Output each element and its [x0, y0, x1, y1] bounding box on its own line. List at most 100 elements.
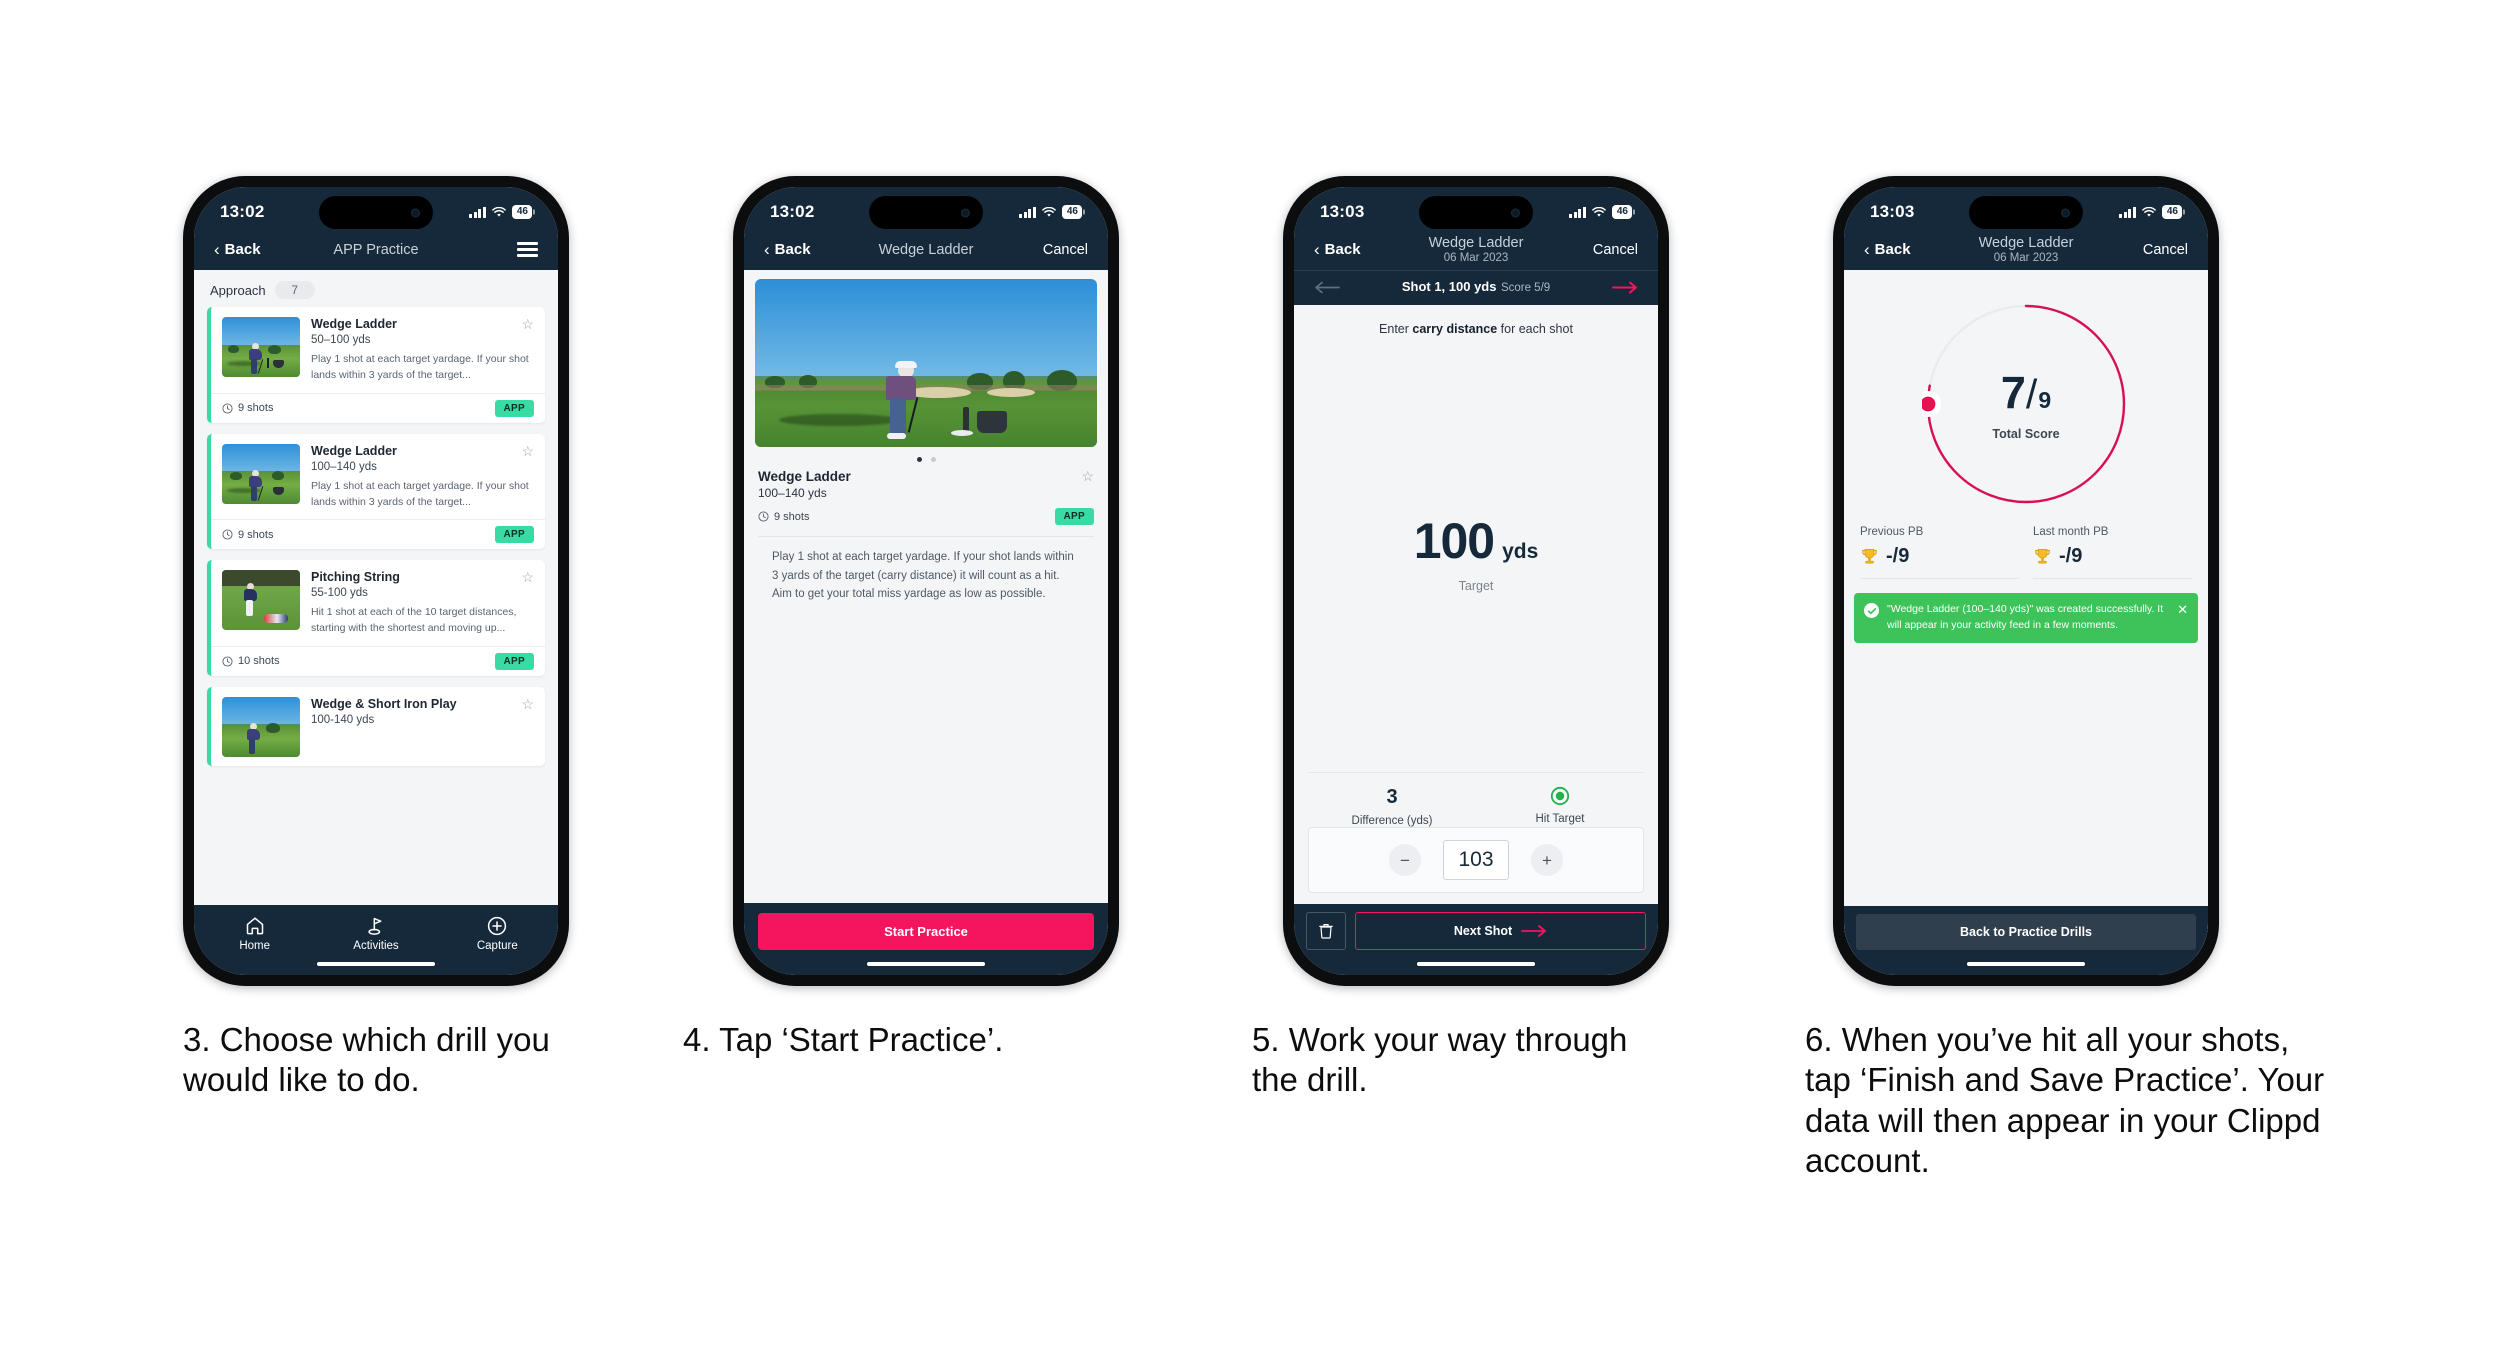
tab-activities[interactable]: Activities	[315, 914, 436, 952]
wifi-icon	[2142, 206, 2156, 218]
close-icon[interactable]: ✕	[2177, 603, 2188, 616]
category-header: Approach 7	[194, 270, 558, 307]
drill-card[interactable]: Wedge Ladder 100–140 yds ☆ Play 1 shot a…	[207, 433, 545, 550]
stat-label: Difference (yds)	[1351, 815, 1433, 827]
cancel-button[interactable]: Cancel	[2143, 242, 2188, 258]
carousel-dot[interactable]	[930, 457, 936, 462]
carousel-dots[interactable]	[744, 447, 1108, 469]
increment-button[interactable]: +	[1531, 844, 1563, 876]
clock-icon	[758, 511, 769, 522]
cancel-button[interactable]: Cancel	[1593, 242, 1638, 258]
pb-value-row: -/9	[1860, 545, 2019, 568]
drill-title: Wedge Ladder	[311, 317, 397, 331]
battery-indicator: 46	[1061, 204, 1082, 220]
cellular-signal-icon	[469, 206, 486, 218]
score-total: 9	[2038, 387, 2052, 413]
success-toast: "Wedge Ladder (100–140 yds)" was created…	[1854, 593, 2198, 643]
cancel-button[interactable]: Cancel	[1043, 242, 1088, 258]
dynamic-island	[1419, 196, 1533, 229]
status-bar: 13:02 46	[194, 187, 558, 237]
drill-thumbnail	[222, 696, 300, 757]
start-practice-button[interactable]: Start Practice	[758, 913, 1094, 950]
shots-count: 9 shots	[222, 529, 273, 541]
back-button[interactable]: ‹ Back	[214, 241, 261, 258]
next-shot-button[interactable]: Next Shot	[1355, 912, 1646, 950]
hamburger-menu-icon[interactable]	[517, 242, 538, 257]
status-bar: 13:02 46	[744, 187, 1108, 237]
status-time: 13:02	[220, 202, 265, 221]
nav-title-text: Wedge Ladder	[1978, 235, 2074, 251]
drill-card-text: Wedge Ladder 50–100 yds ☆ Play 1 shot at…	[311, 317, 534, 384]
tab-home[interactable]: Home	[194, 914, 315, 952]
arrow-right-icon[interactable]	[1612, 281, 1638, 294]
drill-list[interactable]: Approach 7 Wedge Ladder 50–100 yds ☆ Pla…	[194, 270, 558, 905]
score-separator: /	[2025, 371, 2038, 417]
carry-distance-input[interactable]: 103	[1443, 840, 1509, 880]
battery-indicator: 46	[511, 204, 532, 220]
nav-bar: ‹ Back Wedge Ladder 06 Mar 2023 Cancel	[1294, 235, 1658, 270]
entry-prompt: Enter carry distance for each shot	[1294, 305, 1658, 336]
plus-circle-icon	[437, 914, 558, 937]
shot-stats: 3 Difference (yds) Hit Target	[1308, 772, 1644, 827]
score-made: 7	[2000, 367, 2026, 418]
shot-entry-footer: Next Shot	[1294, 904, 1658, 956]
drill-card-body: Pitching String 55-100 yds ☆ Hit 1 shot …	[211, 560, 545, 646]
back-to-practice-drills-button[interactable]: Back to Practice Drills	[1856, 914, 2196, 950]
drill-description: Play 1 shot at each target yardage. If y…	[311, 479, 529, 508]
drill-hero-image[interactable]	[755, 279, 1097, 447]
drill-thumbnail	[222, 570, 300, 631]
summary-body: 7 / 9 Total Score Previous PB -/9 Last m…	[1844, 270, 2208, 956]
drill-card[interactable]: Wedge & Short Iron Play 100-140 yds ☆	[207, 686, 545, 766]
carousel-dot-active[interactable]	[916, 457, 922, 462]
caption-step-3: 3. Choose which drill you would like to …	[183, 1021, 550, 1099]
drill-card-text: Wedge Ladder 100–140 yds ☆ Play 1 shot a…	[311, 444, 534, 511]
drill-yardage: 50–100 yds	[311, 334, 371, 347]
drill-card[interactable]: Wedge Ladder 50–100 yds ☆ Play 1 shot at…	[207, 307, 545, 423]
drill-card[interactable]: Pitching String 55-100 yds ☆ Hit 1 shot …	[207, 560, 545, 676]
drill-yardage: 100–140 yds	[311, 460, 377, 473]
star-outline-icon[interactable]: ☆	[521, 317, 534, 331]
pb-label: Previous PB	[1860, 526, 1924, 538]
star-outline-icon[interactable]: ☆	[1081, 469, 1094, 483]
drill-description: Hit 1 shot at each of the 10 target dist…	[311, 606, 517, 635]
tutorial-screenshot-sheet: 13:02 46 ‹ Back APP Practice Approach 7 …	[0, 0, 2503, 1347]
back-button[interactable]: ‹ Back	[764, 241, 811, 258]
shots-label: 9 shots	[774, 510, 810, 523]
pb-value-row: -/9	[2033, 545, 2192, 568]
caption-step-4: 4. Tap ‘Start Practice’.	[683, 1021, 1004, 1058]
star-outline-icon[interactable]: ☆	[521, 444, 534, 458]
chevron-left-icon: ‹	[1314, 240, 1320, 259]
drill-description: Play 1 shot at each target yardage. If y…	[758, 536, 1094, 604]
drill-card-footer: 9 shots APP	[211, 519, 545, 549]
shots-label: 10 shots	[238, 655, 280, 668]
nav-date: 06 Mar 2023	[1993, 252, 2059, 264]
star-outline-icon[interactable]: ☆	[521, 697, 534, 711]
summary-footer: Back to Practice Drills	[1844, 906, 2208, 956]
decrement-button[interactable]: −	[1389, 844, 1421, 876]
drill-yardage: 100–140 yds	[758, 486, 827, 500]
arrow-left-icon[interactable]	[1314, 281, 1340, 294]
stat-hit-target: Hit Target	[1476, 786, 1644, 827]
tab-capture[interactable]: Capture	[437, 914, 558, 952]
tab-label: Capture	[476, 940, 518, 952]
drill-detail-body: Wedge Ladder 100–140 yds ☆ 9 shots APP P…	[744, 270, 1108, 903]
status-icons: 46	[2119, 204, 2182, 220]
cellular-signal-icon	[1019, 206, 1036, 218]
shots-count: 9 shots	[758, 511, 809, 523]
shot-label: Shot 1, 100 yds	[1401, 279, 1497, 294]
drill-card-body: Wedge & Short Iron Play 100-140 yds ☆	[211, 687, 545, 766]
drill-title: Pitching String	[311, 570, 400, 585]
stat-value: 3	[1386, 786, 1398, 808]
category-tag: APP	[1054, 508, 1094, 525]
shot-progress-bar: Shot 1, 100 yds Score 5/9	[1294, 270, 1658, 305]
cellular-signal-icon	[2119, 206, 2136, 218]
pb-label: Last month PB	[2033, 526, 2109, 538]
shots-count: 9 shots	[222, 402, 273, 414]
back-button[interactable]: ‹ Back	[1314, 241, 1361, 258]
nav-bar: ‹ Back Wedge Ladder Cancel	[744, 237, 1108, 270]
back-button[interactable]: ‹ Back	[1864, 241, 1911, 258]
star-outline-icon[interactable]: ☆	[521, 570, 534, 584]
shot-info: Shot 1, 100 yds Score 5/9	[1340, 278, 1612, 296]
trash-icon[interactable]	[1306, 912, 1346, 950]
target-unit: yds	[1502, 539, 1539, 563]
